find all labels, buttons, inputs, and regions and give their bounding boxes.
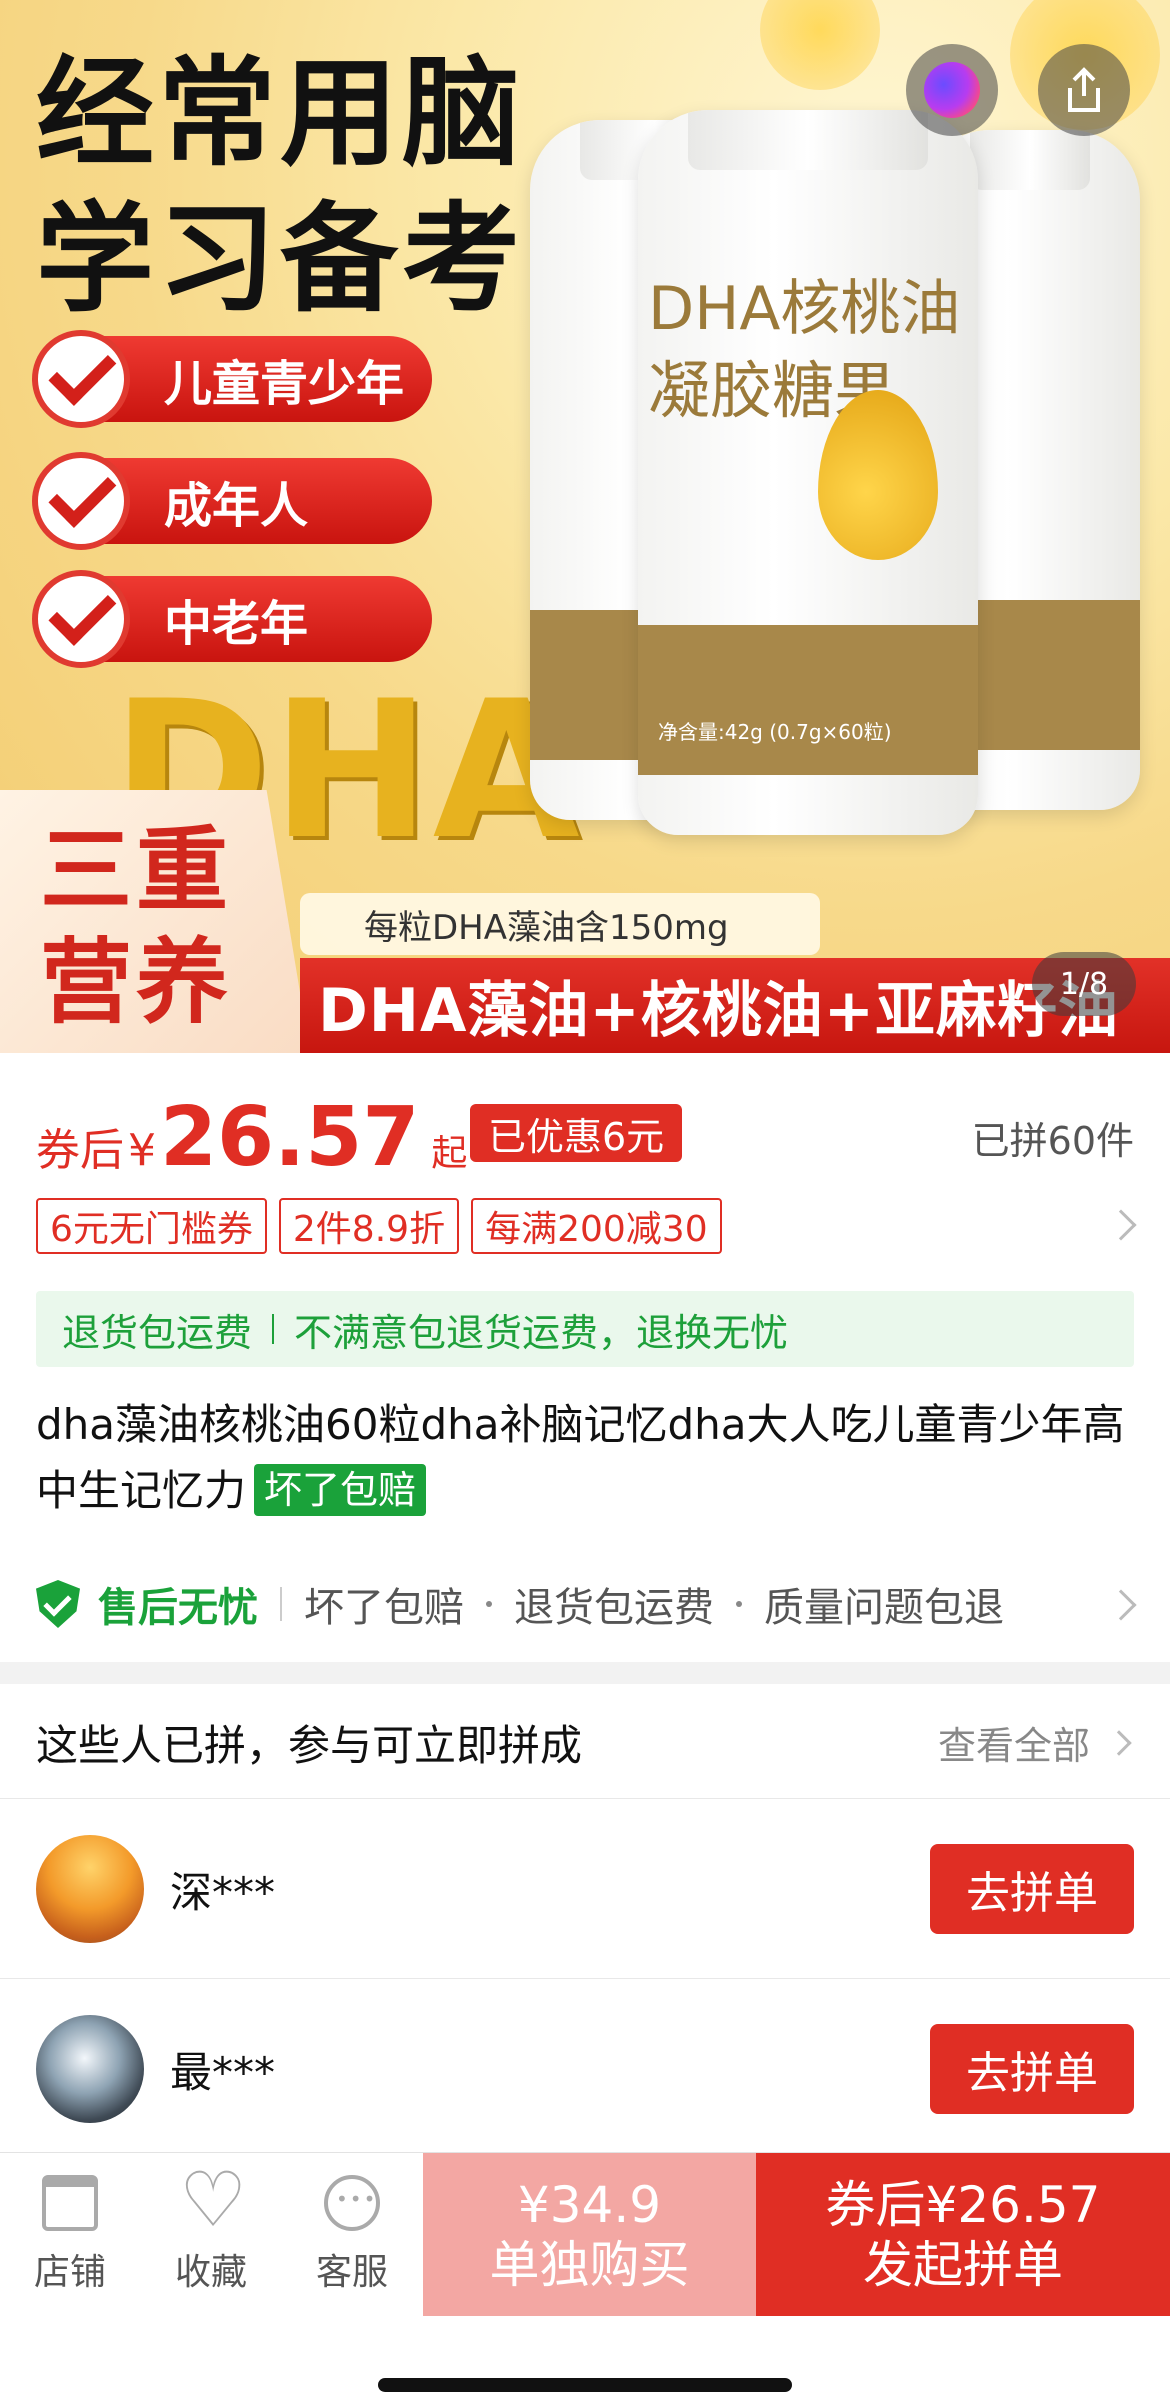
group-label: 发起拼单 — [863, 2235, 1063, 2294]
headline-line-1: 经常用脑 — [36, 44, 525, 182]
currency-symbol: ¥ — [128, 1125, 156, 1176]
audience-pill: 儿童青少年 — [32, 330, 432, 428]
price-suffix: 起 — [431, 1133, 468, 1174]
per-pill-dha-text: 每粒DHA藻油含150mg — [300, 893, 820, 955]
customer-service-button[interactable]: 客服 — [282, 2153, 422, 2316]
buy-solo-button[interactable]: ¥34.9 单独购买 — [423, 2153, 756, 2316]
solo-label: 单独购买 — [489, 2235, 690, 2294]
member-name: 深*** — [170, 1867, 276, 1917]
product-title-text: dha藻油核桃油60粒dha补脑记忆dha大人吃儿童青少年高中生记忆力 — [36, 1400, 1125, 1515]
triple-nutrition-text: 三重 营养 — [40, 815, 232, 1039]
group-price: 券后¥26.57 — [825, 2175, 1101, 2234]
product-image-carousel[interactable]: 经常用脑 学习备考 儿童青少年 成年人 中老年 DHA DHA核桃油 凝胶糖果 … — [0, 0, 1170, 1053]
product-bottle-front: DHA核桃油 凝胶糖果 净含量:42g (0.7g×60粒) — [638, 110, 978, 835]
discount-badge: 已优惠6元 — [470, 1104, 683, 1162]
coupon-list[interactable]: 6元无门槛券 2件8.9折 每满200减30 — [36, 1198, 722, 1254]
join-group-button[interactable]: 去拼单 — [930, 2024, 1134, 2114]
group-member-row: 最*** 去拼单 — [36, 2014, 1134, 2124]
chat-icon — [324, 2174, 380, 2231]
assistant-orb-button[interactable] — [906, 44, 998, 136]
group-buy-header: 这些人已拼，参与可立即拼成 查看全部 — [36, 1706, 1134, 1778]
shield-check-icon — [36, 1580, 80, 1628]
audience-pill-label: 中老年 — [164, 596, 309, 652]
bokeh-decoration — [760, 0, 880, 90]
dot-separator — [736, 1601, 742, 1607]
store-button[interactable]: 店铺 — [0, 2153, 140, 2316]
group-buy-heading: 这些人已拼，参与可立即拼成 — [36, 1720, 583, 1770]
member-name: 最*** — [170, 2047, 276, 2097]
chevron-right-icon[interactable] — [1105, 1209, 1137, 1241]
price-row: 券后 ¥ 26.57 起 已优惠6元 已拼60件 — [36, 1090, 1134, 1185]
coupon-tag[interactable]: 每满200减30 — [471, 1198, 722, 1254]
favorite-label: 收藏 — [174, 2251, 247, 2293]
start-group-buy-button[interactable]: 券后¥26.57 发起拼单 — [756, 2153, 1170, 2316]
product-title: dha藻油核桃油60粒dha补脑记忆dha大人吃儿童青少年高中生记忆力 坏了包赔 — [36, 1392, 1134, 1524]
orb-icon — [924, 62, 980, 118]
coupon-tag[interactable]: 2件8.9折 — [278, 1198, 460, 1254]
triple-line-2: 营养 — [40, 929, 233, 1036]
audience-pill: 成年人 — [32, 452, 432, 550]
divider — [280, 1587, 282, 1621]
after-sales-row[interactable]: 售后无忧 坏了包赔 退货包运费 质量问题包退 — [36, 1568, 1134, 1640]
group-member-row: 深*** 去拼单 — [36, 1834, 1134, 1944]
dot-separator — [486, 1601, 492, 1607]
checkmark-icon — [32, 452, 130, 550]
share-button[interactable] — [1038, 44, 1130, 136]
divider — [0, 1978, 1170, 1979]
sold-count: 已拼60件 — [971, 1119, 1134, 1163]
home-indicator[interactable] — [378, 2378, 792, 2392]
divider — [272, 1314, 275, 1344]
favorite-button[interactable]: 收藏 — [141, 2153, 281, 2316]
store-label: 店铺 — [33, 2251, 106, 2293]
price-amount: 26.57 — [160, 1090, 420, 1185]
refund-left-text: 退货包运费 — [62, 1310, 253, 1355]
image-pager: 1/8 — [1032, 952, 1136, 1016]
view-all-link[interactable]: 查看全部 — [938, 1715, 1090, 1770]
headline-line-2: 学习备考 — [36, 190, 525, 328]
service-item: 坏了包赔 — [304, 1585, 464, 1631]
audience-pill-label: 成年人 — [164, 478, 309, 534]
bottle-label-line-1: DHA核桃油 — [648, 274, 961, 344]
checkmark-icon — [32, 330, 130, 428]
price-prefix: 券后 — [36, 1125, 124, 1176]
bottle-cap — [970, 130, 1090, 190]
audience-pill-label: 儿童青少年 — [164, 356, 405, 412]
bottle-band — [638, 625, 978, 775]
net-weight: 净含量:42g (0.7g×60粒) — [658, 720, 892, 744]
bottle-cap — [688, 110, 928, 170]
store-icon — [42, 2174, 98, 2231]
bottom-action-bar: 店铺 收藏 客服 ¥34.9 单独购买 券后¥26.57 发起拼单 — [0, 2152, 1170, 2316]
guarantee-tag: 坏了包赔 — [254, 1464, 427, 1516]
service-label: 客服 — [315, 2251, 388, 2293]
coupon-tag[interactable]: 6元无门槛券 — [36, 1198, 267, 1254]
join-group-button[interactable]: 去拼单 — [930, 1844, 1134, 1934]
avatar — [36, 2015, 144, 2123]
checkmark-icon — [32, 570, 130, 668]
triple-line-1: 三重 — [40, 817, 233, 924]
hero-headline: 经常用脑 学习备考 — [36, 40, 524, 332]
heart-icon — [179, 2155, 247, 2244]
audience-pill: 中老年 — [32, 570, 432, 668]
service-item: 退货包运费 — [514, 1585, 714, 1631]
divider — [0, 1798, 1170, 1799]
service-item: 质量问题包退 — [764, 1585, 1004, 1631]
section-gap — [0, 1662, 1170, 1684]
refund-info-bar: 退货包运费 不满意包退货运费，退换无忧 — [36, 1291, 1134, 1367]
avatar — [36, 1835, 144, 1943]
refund-right-text: 不满意包退货运费，退换无忧 — [294, 1310, 789, 1355]
solo-price: ¥34.9 — [517, 2175, 662, 2234]
after-sales-label: 售后无忧 — [98, 1585, 258, 1631]
share-icon — [1068, 67, 1100, 112]
